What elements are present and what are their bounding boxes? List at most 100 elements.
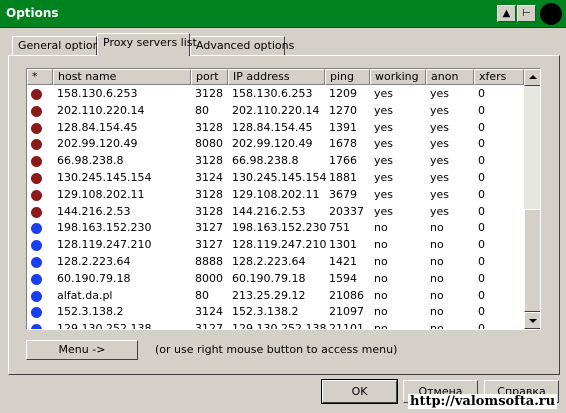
window-title: Options (6, 6, 59, 20)
column-header-port[interactable]: port (191, 69, 228, 85)
table-row[interactable]: 198.163.152.230 3127 198.163.152.230 751 no n… (27, 220, 524, 237)
cell-ping: 1881 (329, 170, 357, 184)
cell-ping: 21097 (329, 305, 364, 319)
status-dot-icon (31, 256, 42, 268)
table-row[interactable]: 66.98.238.8 3128 66.98.238.8 1766 yes yes 0 (27, 153, 524, 170)
cell-port: 3127 (195, 322, 223, 330)
table-row[interactable]: 128.2.223.64 8888 128.2.223.64 1421 no no 0 (27, 254, 524, 271)
scroll-up-button[interactable] (524, 69, 540, 86)
cell-ip: 202.110.220.14 (232, 103, 320, 117)
status-cell (27, 204, 53, 220)
cell-host: 129.130.252.138 (57, 322, 152, 330)
cell-working: no (374, 271, 388, 285)
cell-ping: 21101 (329, 322, 364, 330)
cell-ip: 66.98.238.8 (232, 154, 299, 168)
cell-xfers: 0 (478, 120, 485, 134)
status-dot-icon (31, 240, 42, 252)
table-row[interactable]: 129.108.202.11 3128 129.108.202.11 3679 yes y… (27, 187, 524, 204)
roll-up-button[interactable]: ▲ (497, 5, 516, 22)
cell-anon: no (430, 322, 444, 330)
status-dot-icon (31, 290, 42, 302)
column-header-xfers[interactable]: xfers (474, 69, 524, 85)
table-row[interactable]: 128.119.247.210 3127 128.119.247.210 1301 no… (27, 237, 524, 254)
column-header-host[interactable]: host name (53, 69, 191, 85)
menu-button[interactable]: Menu -> (26, 340, 138, 360)
cell-anon: no (430, 288, 444, 302)
status-dot-icon (31, 89, 42, 100)
column-header-ip[interactable]: IP address (228, 69, 325, 85)
ok-button[interactable]: OK (321, 379, 398, 404)
cell-host: 130.245.145.154 (57, 170, 152, 184)
cell-anon: yes (430, 154, 450, 168)
cell-port: 3128 (195, 204, 223, 218)
status-dot-icon (31, 172, 42, 184)
cell-host: 198.163.152.230 (57, 221, 152, 235)
cell-ping: 1209 (329, 87, 357, 100)
tab-advanced-options[interactable]: Advanced options (190, 36, 294, 55)
cell-xfers: 0 (478, 137, 485, 151)
cell-xfers: 0 (478, 221, 485, 235)
status-dot-icon (31, 139, 42, 151)
status-dot-icon (31, 156, 42, 168)
cell-working: no (374, 305, 388, 319)
arrow-down-icon (529, 319, 537, 323)
status-dot-icon (31, 206, 42, 218)
cell-ping: 1391 (329, 120, 357, 134)
pin-icon: ⊢ (522, 8, 531, 19)
cell-host: 128.84.154.45 (57, 120, 138, 134)
cell-ip: 202.99.120.49 (232, 137, 313, 151)
status-cell (27, 254, 53, 270)
status-dot-icon (31, 189, 42, 201)
column-header-working[interactable]: working (370, 69, 426, 85)
table-row[interactable]: 202.99.120.49 8080 202.99.120.49 1678 yes yes… (27, 136, 524, 153)
scroll-down-button[interactable] (524, 312, 540, 329)
cell-working: no (374, 288, 388, 302)
cell-anon: no (430, 271, 444, 285)
cell-xfers: 0 (478, 103, 485, 117)
cell-ip: 60.190.79.18 (232, 271, 306, 285)
status-dot-icon (31, 273, 42, 285)
table-row[interactable]: 144.216.2.53 3128 144.216.2.53 20337 yes yes 0 (27, 204, 524, 221)
cell-ping: 751 (329, 221, 350, 235)
table-row[interactable]: 60.190.79.18 8000 60.190.79.18 1594 no no 0 (27, 271, 524, 288)
close-orb-icon[interactable] (540, 3, 562, 25)
cell-working: no (374, 322, 388, 330)
table-row[interactable]: 158.130.6.253 3128 158.130.6.253 1209 yes yes… (27, 86, 524, 103)
cell-ip: 128.119.247.210 (232, 238, 327, 252)
column-header-status[interactable]: * (27, 69, 53, 85)
cell-port: 8080 (195, 137, 223, 151)
cell-working: yes (374, 170, 394, 184)
status-dot-icon (31, 324, 42, 329)
table-row[interactable]: 130.245.145.154 3124 130.245.145.154 1881 ye… (27, 170, 524, 187)
cell-working: yes (374, 204, 394, 218)
status-cell (27, 271, 53, 287)
cell-port: 8888 (195, 254, 223, 268)
cell-port: 3127 (195, 221, 223, 235)
tab-general-options[interactable]: General options (12, 36, 105, 55)
vertical-scrollbar[interactable] (524, 69, 540, 329)
cell-ping: 1594 (329, 271, 357, 285)
cell-xfers: 0 (478, 238, 485, 252)
pin-button[interactable]: ⊢ (517, 5, 536, 22)
cell-ping: 3679 (329, 187, 357, 201)
column-header-ping[interactable]: ping (325, 69, 370, 85)
cell-port: 3127 (195, 238, 223, 252)
cell-ping: 1421 (329, 254, 357, 268)
status-dot-icon (31, 122, 42, 134)
status-cell (27, 136, 53, 152)
cell-anon: yes (430, 137, 450, 151)
cell-xfers: 0 (478, 305, 485, 319)
table-row[interactable]: 152.3.138.2 3124 152.3.138.2 21097 no no 0 (27, 304, 524, 321)
tab-proxy-servers-list[interactable]: Proxy servers list (97, 33, 197, 56)
cell-xfers: 0 (478, 271, 485, 285)
table-row[interactable]: 202.110.220.14 80 202.110.220.14 1270 yes yes… (27, 103, 524, 120)
cell-host: 202.99.120.49 (57, 137, 138, 151)
cell-ping: 1270 (329, 103, 357, 117)
cell-ping: 20337 (329, 204, 364, 218)
table-row[interactable]: 129.130.252.138 3127 129.130.252.138 21101 n… (27, 321, 524, 330)
cell-anon: no (430, 254, 444, 268)
column-header-anon[interactable]: anon (426, 69, 474, 85)
table-row[interactable]: 128.84.154.45 3128 128.84.154.45 1391 yes yes… (27, 120, 524, 137)
table-row[interactable]: alfat.da.pl 80 213.25.29.12 21086 no no 0 (27, 288, 524, 305)
scroll-thumb[interactable] (524, 209, 540, 312)
